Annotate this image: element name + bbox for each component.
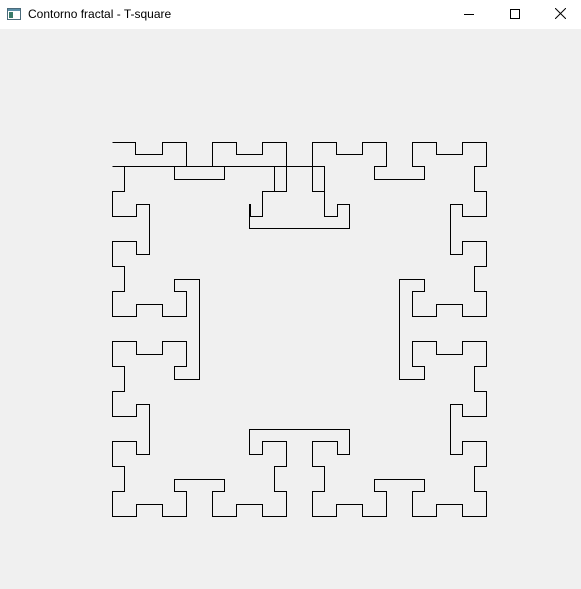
- maximize-button[interactable]: [492, 0, 538, 29]
- fractal-outline: [112, 142, 487, 517]
- window-title: Contorno fractal - T-square: [28, 7, 172, 21]
- close-icon: [554, 6, 566, 24]
- title-bar[interactable]: Contorno fractal - T-square: [0, 0, 581, 29]
- maximize-icon: [510, 6, 520, 24]
- minimize-button[interactable]: [446, 0, 492, 29]
- fractal-segment: [112, 142, 487, 517]
- app-window: Contorno fractal - T-square: [0, 0, 581, 589]
- minimize-icon: [464, 6, 474, 24]
- fractal-segment: [249, 166, 350, 229]
- drawing-canvas: [0, 29, 581, 589]
- app-window-icon: [7, 7, 21, 20]
- close-button[interactable]: [537, 0, 581, 29]
